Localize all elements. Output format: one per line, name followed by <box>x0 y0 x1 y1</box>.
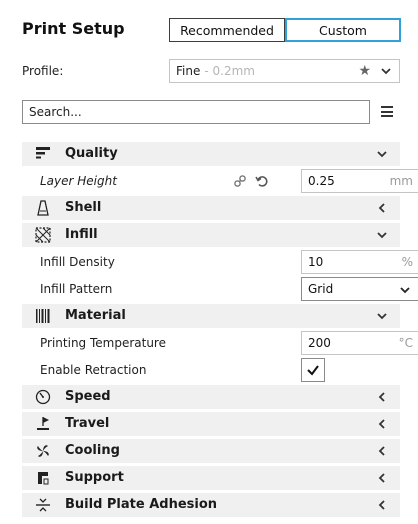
material-icon <box>36 309 50 323</box>
fan-icon <box>37 445 49 457</box>
quality-icon <box>36 147 50 159</box>
page-title: Print Setup <box>22 19 125 38</box>
chevron-down-icon <box>377 151 387 158</box>
hamburger-menu-icon[interactable] <box>381 106 393 117</box>
speed-icon <box>35 389 51 405</box>
chevron-down-icon <box>400 287 410 294</box>
chevron-down-icon <box>377 232 387 239</box>
category-label: Shell <box>65 200 102 215</box>
category-label: Infill <box>65 227 98 242</box>
link-icon[interactable] <box>233 174 247 188</box>
profile-name: Fine <box>176 64 201 78</box>
chevron-left-icon <box>378 203 385 213</box>
profile-label: Profile: <box>22 64 64 78</box>
layer-height-input[interactable]: 0.25 mm <box>301 169 418 193</box>
chevron-down-icon <box>381 68 391 75</box>
category-shell[interactable]: Shell <box>22 196 400 220</box>
category-label: Quality <box>65 146 118 161</box>
reset-icon[interactable] <box>255 174 269 188</box>
chevron-down-icon <box>377 313 387 320</box>
category-infill[interactable]: Infill <box>22 223 400 247</box>
setting-row-enable-retraction: Enable Retraction <box>22 357 400 383</box>
category-material[interactable]: Material <box>22 304 400 328</box>
unit-label: °C <box>398 336 413 350</box>
chevron-left-icon <box>378 419 385 429</box>
category-label: Support <box>65 470 124 485</box>
setting-label: Infill Density <box>40 255 115 269</box>
category-speed[interactable]: Speed <box>22 385 400 409</box>
category-travel[interactable]: Travel <box>22 412 400 436</box>
chevron-left-icon <box>378 446 385 456</box>
profile-detail: - 0.2mm <box>204 64 255 78</box>
travel-icon <box>37 417 49 430</box>
category-label: Travel <box>65 416 110 431</box>
checkmark-icon <box>307 365 319 376</box>
category-quality[interactable]: Quality <box>22 142 400 166</box>
adhesion-icon <box>36 498 50 512</box>
chevron-left-icon <box>378 392 385 402</box>
setting-row-print-temperature: Printing Temperature 200 °C <box>22 330 418 356</box>
shell-icon <box>37 200 49 216</box>
setting-label: Printing Temperature <box>40 336 166 350</box>
star-icon[interactable]: ★ <box>358 63 371 79</box>
search-input[interactable]: Search... <box>22 100 370 124</box>
category-label: Material <box>65 308 126 323</box>
infill-pattern-dropdown[interactable]: Grid <box>301 277 418 301</box>
category-build-plate-adhesion[interactable]: Build Plate Adhesion <box>22 493 400 517</box>
infill-density-input[interactable]: 10 % <box>301 250 418 274</box>
print-temperature-input[interactable]: 200 °C <box>301 331 418 355</box>
enable-retraction-checkbox[interactable] <box>301 358 325 382</box>
category-label: Build Plate Adhesion <box>65 497 218 512</box>
category-label: Cooling <box>65 443 120 458</box>
support-icon <box>38 472 49 485</box>
setting-label: Enable Retraction <box>40 363 147 377</box>
chevron-left-icon <box>378 473 385 483</box>
category-support[interactable]: Support <box>22 466 400 490</box>
category-label: Speed <box>65 389 111 404</box>
category-cooling[interactable]: Cooling <box>22 439 400 463</box>
custom-mode-button[interactable]: Custom <box>285 18 401 42</box>
unit-label: % <box>401 255 413 269</box>
infill-icon <box>35 227 51 243</box>
recommended-mode-button[interactable]: Recommended <box>169 18 285 42</box>
profile-dropdown[interactable]: Fine - 0.2mm ★ <box>169 59 400 83</box>
unit-label: mm <box>389 174 413 188</box>
chevron-left-icon <box>378 500 385 510</box>
setting-label: Layer Height <box>40 174 117 188</box>
setting-row-layer-height: Layer Height 0.25 mm <box>22 168 418 194</box>
setting-row-infill-density: Infill Density 10 % <box>22 249 418 275</box>
setting-label: Infill Pattern <box>40 282 113 296</box>
setting-row-infill-pattern: Infill Pattern Grid <box>22 276 418 302</box>
